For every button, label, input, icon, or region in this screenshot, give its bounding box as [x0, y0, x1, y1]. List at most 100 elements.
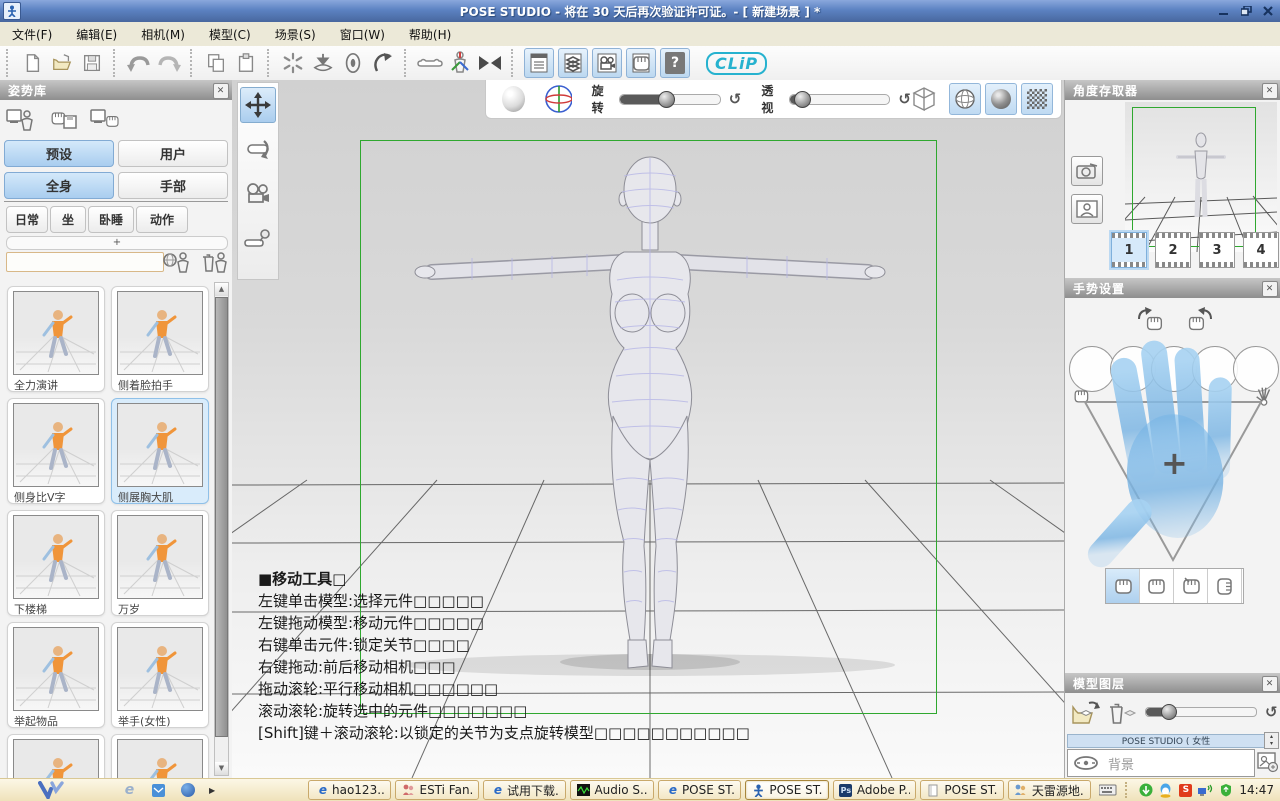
pose-scrollbar[interactable]: ▲ ▼ [214, 282, 229, 776]
pose-item[interactable]: 侧身比V字 [7, 398, 105, 504]
media-quicklaunch-icon[interactable] [180, 783, 195, 798]
menu-camera[interactable]: 相机(M) [129, 23, 197, 46]
hand-preset-4-button[interactable] [1208, 569, 1242, 603]
menu-model[interactable]: 模型(C) [197, 23, 263, 46]
viewport-3d[interactable]: 旋转 ↺ 透视 ↺ ■移动工具□ 左键单击模型:选择元件□□□□□ 左键拖动模型… [232, 80, 1064, 778]
help-button[interactable]: ? [660, 48, 690, 78]
rotate-right-hand-icon[interactable] [1179, 306, 1215, 332]
light-sphere-icon[interactable] [502, 86, 525, 112]
restore-button[interactable] [1236, 3, 1256, 19]
angle-slot-1[interactable]: 1 [1111, 232, 1147, 268]
pose-item[interactable]: 下楼梯 [7, 510, 105, 616]
bone-icon[interactable] [416, 49, 444, 77]
minimize-button[interactable] [1214, 3, 1234, 19]
angle-slot-2[interactable]: 2 [1155, 232, 1191, 268]
undo-icon[interactable] [125, 49, 153, 77]
shield-tray-icon[interactable] [1218, 783, 1233, 798]
redo-icon[interactable] [155, 49, 183, 77]
snapshot-camera-button[interactable] [1071, 156, 1103, 186]
pose-item[interactable]: 全力演讲 [7, 286, 105, 392]
layer-order-spinner[interactable]: ▴▾ [1264, 732, 1279, 749]
pose-item[interactable]: 侧着脸拍手 [111, 286, 209, 392]
wireframe-box-icon[interactable] [911, 86, 937, 112]
filter-hand-button[interactable]: 手部 [118, 172, 228, 199]
angle-slot-3[interactable]: 3 [1199, 232, 1235, 268]
camera-tool-button[interactable] [241, 177, 275, 211]
scroll-up-icon[interactable]: ▲ [215, 283, 228, 296]
model-layer-item[interactable]: POSE STUDIO ( 女性 [1067, 734, 1265, 748]
angle-preview[interactable] [1125, 102, 1277, 252]
menu-help[interactable]: 帮助(H) [397, 23, 463, 46]
flashget-tray-icon[interactable] [1138, 783, 1153, 798]
portrait-view-button[interactable] [1071, 194, 1103, 224]
quicklaunch-expand-icon[interactable]: ▶ [209, 786, 215, 795]
task-esti-fan[interactable]: ESTi Fan... [395, 780, 478, 800]
scrollbar-thumb[interactable] [215, 297, 228, 737]
pose-item[interactable]: 万岁 [111, 510, 209, 616]
add-category-tab[interactable]: + [6, 236, 228, 250]
hand-preset-1-button[interactable] [1106, 569, 1140, 603]
mail-quicklaunch-icon[interactable] [151, 783, 166, 798]
perspective-reset-icon[interactable]: ↺ [898, 90, 911, 108]
pose-item[interactable] [7, 734, 105, 778]
reset-pose-icon[interactable] [279, 49, 307, 77]
gimbal-icon[interactable] [543, 83, 571, 115]
category-daily-tab[interactable]: 日常 [6, 206, 48, 233]
filter-user-button[interactable]: 用户 [118, 140, 228, 167]
keyboard-tray-icon[interactable] [1099, 784, 1117, 796]
task-audio[interactable]: Audio S... [570, 780, 653, 800]
toggle-camera-button[interactable] [592, 48, 622, 78]
save-pose-icon[interactable] [48, 106, 78, 134]
drop-to-floor-icon[interactable] [309, 49, 337, 77]
save-icon[interactable] [78, 49, 106, 77]
load-model-icon[interactable] [1071, 699, 1101, 725]
hand-preset-3-button[interactable] [1174, 569, 1208, 603]
background-image-button[interactable] [1257, 751, 1279, 773]
opacity-reset-icon[interactable]: ↺ [1265, 703, 1278, 721]
task-download[interactable]: e试用下载... [483, 780, 566, 800]
open-file-icon[interactable] [48, 49, 76, 77]
pose-item-selected[interactable]: 侧展胸大肌 [111, 398, 209, 504]
toggle-pose-library-button[interactable] [524, 48, 554, 78]
sogou-tray-icon[interactable]: S [1178, 783, 1193, 798]
apply-pose-icon[interactable] [6, 106, 36, 134]
category-action-tab[interactable]: 动作 [136, 206, 188, 233]
qq-tray-icon[interactable] [1158, 783, 1173, 798]
pose-search-input[interactable] [6, 252, 164, 272]
pose-item[interactable]: 举手(女性) [111, 622, 209, 728]
new-file-icon[interactable] [18, 49, 46, 77]
wireframe-sphere-toggle[interactable] [949, 83, 981, 115]
task-pose-web[interactable]: ePOSE ST... [658, 780, 741, 800]
apply-hand-pose-icon[interactable] [90, 106, 120, 134]
visibility-eye-icon[interactable] [1072, 755, 1100, 771]
menu-file[interactable]: 文件(F) [0, 23, 64, 46]
menu-scene[interactable]: 场景(S) [263, 23, 328, 46]
scroll-down-icon[interactable]: ▼ [215, 762, 228, 775]
layers-panel-close-icon[interactable]: ✕ [1262, 676, 1278, 692]
filter-preset-button[interactable]: 预设 [4, 140, 114, 167]
bone-tool-button[interactable] [241, 221, 275, 255]
toggle-gesture-button[interactable] [626, 48, 656, 78]
search-pose-icon[interactable] [162, 250, 192, 277]
start-logo[interactable] [38, 781, 64, 799]
angle-slot-4[interactable]: 4 [1243, 232, 1279, 268]
gesture-panel-close-icon[interactable]: ✕ [1262, 281, 1278, 297]
focus-target-icon[interactable] [339, 49, 367, 77]
copy-icon[interactable] [202, 49, 230, 77]
rotate-reset-icon[interactable]: ↺ [729, 90, 742, 108]
task-hao123[interactable]: ehao123... [308, 780, 391, 800]
task-adobe[interactable]: PsAdobe P... [833, 780, 916, 800]
close-button[interactable] [1258, 3, 1278, 19]
hand-preset-2-button[interactable] [1140, 569, 1174, 603]
rotate-tool-button[interactable] [241, 133, 275, 167]
paste-icon[interactable] [232, 49, 260, 77]
category-lie-tab[interactable]: 卧睡 [88, 206, 134, 233]
ie-quicklaunch-icon[interactable]: e [122, 783, 137, 798]
gesture-crosshair[interactable]: + [1161, 444, 1188, 482]
angle-panel-close-icon[interactable]: ✕ [1262, 83, 1278, 99]
delete-model-icon[interactable] [1107, 699, 1137, 725]
model-opacity-slider[interactable] [1145, 707, 1257, 717]
texture-toggle[interactable] [1021, 83, 1053, 115]
task-tianlei[interactable]: 天雷源地... [1008, 780, 1091, 800]
move-tool-button[interactable] [240, 87, 276, 123]
